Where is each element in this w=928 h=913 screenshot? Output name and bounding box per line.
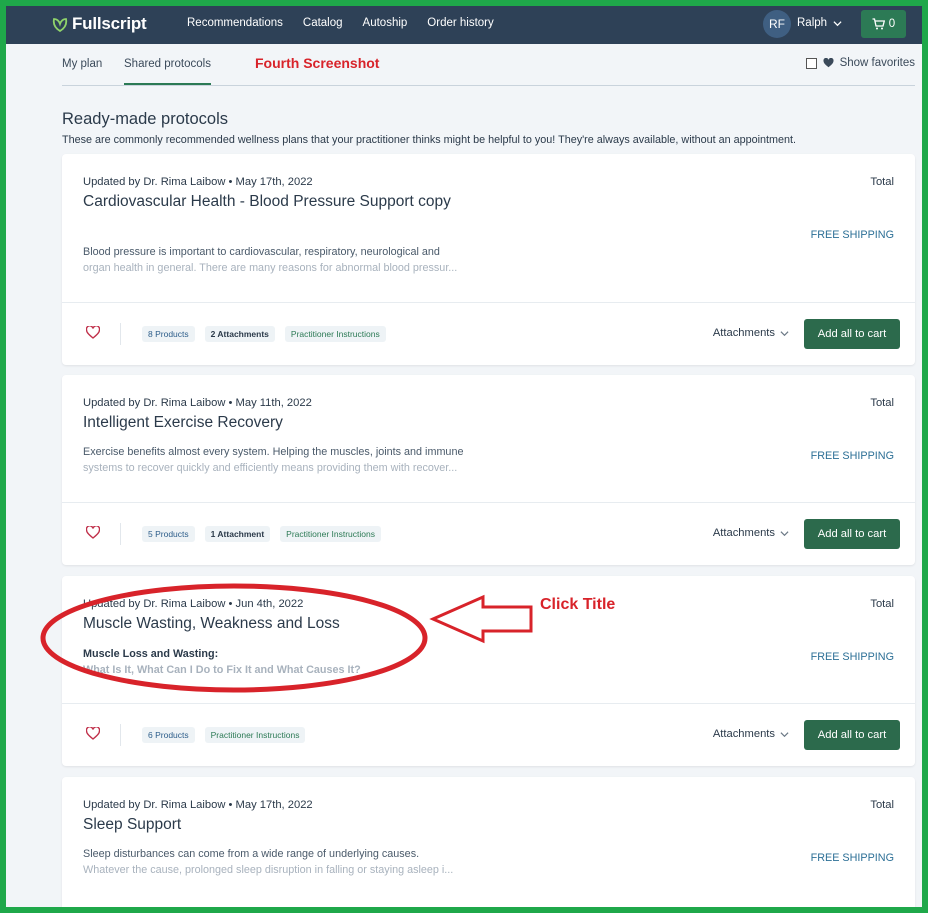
- protocol-card: Updated by Dr. Rima Laibow • Jun 4th, 20…: [62, 576, 915, 766]
- total-label: Total: [870, 176, 894, 188]
- chevron-down-icon: [780, 330, 789, 336]
- protocol-card: Updated by Dr. Rima Laibow • May 11th, 2…: [62, 375, 915, 565]
- screenshot-annotation-label: Fourth Screenshot: [255, 55, 380, 71]
- chevron-down-icon: [780, 731, 789, 737]
- favorites-checkbox[interactable]: [805, 57, 817, 69]
- cart-count: 0: [888, 18, 896, 30]
- show-favorites-toggle[interactable]: Show favorites: [805, 57, 915, 69]
- tab-shared-protocols[interactable]: Shared protocols: [124, 58, 211, 85]
- protocol-card: Updated by Dr. Rima Laibow • May 17th, 2…: [62, 154, 915, 365]
- attachments-dropdown[interactable]: Attachments: [713, 728, 789, 740]
- protocol-meta: Updated by Dr. Rima Laibow • May 17th, 2…: [83, 799, 313, 811]
- total-label: Total: [870, 598, 894, 610]
- cart-icon: [872, 18, 885, 30]
- free-shipping-label: FREE SHIPPING: [810, 651, 894, 663]
- protocol-meta: Updated by Dr. Rima Laibow • Jun 4th, 20…: [83, 598, 304, 610]
- description-line-faded: What Is It, What Can I Do to Fix It and …: [83, 664, 361, 676]
- chevron-down-icon: [780, 530, 789, 536]
- protocol-description: Exercise benefits almost every system. H…: [83, 444, 493, 476]
- leaf-logo-icon: [52, 18, 68, 32]
- description-line: Muscle Loss and Wasting:: [83, 648, 219, 660]
- free-shipping-label: FREE SHIPPING: [810, 450, 894, 462]
- divider: [120, 724, 121, 746]
- description-line: Sleep disturbances can come from a wide …: [83, 848, 420, 860]
- divider: [120, 323, 121, 345]
- add-all-to-cart-button[interactable]: Add all to cart: [804, 519, 900, 549]
- main-nav: Recommendations Catalog Autoship Order h…: [187, 17, 494, 29]
- free-shipping-label: FREE SHIPPING: [810, 852, 894, 864]
- favorite-heart-icon[interactable]: [86, 526, 100, 539]
- free-shipping-label: FREE SHIPPING: [810, 229, 894, 241]
- app-frame: Fullscript Recommendations Catalog Autos…: [6, 6, 922, 907]
- instructions-chip[interactable]: Practitioner Instructions: [280, 526, 381, 542]
- add-all-to-cart-button[interactable]: Add all to cart: [804, 319, 900, 349]
- description-line-faded: systems to recover quickly and efficient…: [83, 462, 458, 474]
- favorite-heart-icon[interactable]: [86, 727, 100, 740]
- protocol-chips: 5 Products 1 Attachment Practitioner Ins…: [142, 526, 381, 542]
- protocol-meta: Updated by Dr. Rima Laibow • May 17th, 2…: [83, 176, 313, 188]
- fullscript-logo[interactable]: Fullscript: [52, 14, 147, 34]
- show-favorites-label: Show favorites: [839, 57, 915, 69]
- protocol-description: Sleep disturbances can come from a wide …: [83, 846, 493, 878]
- nav-order-history[interactable]: Order history: [427, 17, 493, 29]
- logo-text: Fullscript: [72, 14, 147, 33]
- protocol-description: Muscle Loss and Wasting: What Is It, Wha…: [83, 646, 493, 678]
- user-name[interactable]: Ralph: [797, 17, 827, 29]
- description-line-faded: organ health in general. There are many …: [83, 262, 458, 274]
- products-chip[interactable]: 8 Products: [142, 326, 195, 342]
- tabs-row: My plan Shared protocols Fourth Screensh…: [62, 44, 915, 86]
- nav-catalog[interactable]: Catalog: [303, 17, 343, 29]
- products-chip[interactable]: 5 Products: [142, 526, 195, 542]
- protocol-title[interactable]: Cardiovascular Health - Blood Pressure S…: [83, 191, 473, 212]
- page-subtitle: These are commonly recommended wellness …: [62, 134, 797, 146]
- chevron-down-icon[interactable]: [833, 19, 842, 28]
- attachments-dropdown-label: Attachments: [712, 327, 775, 339]
- products-chip[interactable]: 6 Products: [142, 727, 195, 743]
- add-all-to-cart-button[interactable]: Add all to cart: [804, 720, 900, 750]
- protocol-card: Updated by Dr. Rima Laibow • May 17th, 2…: [62, 777, 915, 907]
- favorite-heart-icon[interactable]: [86, 326, 100, 339]
- protocol-chips: 6 Products Practitioner Instructions: [142, 727, 306, 743]
- attachments-chip[interactable]: 2 Attachments: [204, 326, 275, 342]
- attachments-dropdown[interactable]: Attachments: [713, 327, 789, 339]
- protocol-description: Blood pressure is important to cardiovas…: [83, 244, 493, 276]
- tab-my-plan[interactable]: My plan: [62, 58, 102, 70]
- top-nav-bar: Fullscript Recommendations Catalog Autos…: [6, 6, 922, 44]
- description-line: Blood pressure is important to cardiovas…: [83, 246, 440, 258]
- protocol-title[interactable]: Muscle Wasting, Weakness and Loss: [83, 613, 473, 634]
- cart-button[interactable]: 0: [861, 10, 906, 38]
- total-label: Total: [870, 397, 894, 409]
- description-line-faded: Whatever the cause, prolonged sleep disr…: [83, 864, 454, 876]
- protocol-title[interactable]: Intelligent Exercise Recovery: [83, 412, 473, 433]
- nav-autoship[interactable]: Autoship: [363, 17, 408, 29]
- instructions-chip[interactable]: Practitioner Instructions: [284, 326, 386, 342]
- divider: [120, 523, 121, 545]
- description-line: Exercise benefits almost every system. H…: [83, 446, 464, 458]
- instructions-chip[interactable]: Practitioner Instructions: [204, 727, 306, 743]
- click-title-annotation: Click Title: [540, 596, 616, 613]
- attachments-dropdown-label: Attachments: [712, 527, 775, 539]
- protocol-title[interactable]: Sleep Support: [83, 814, 473, 835]
- protocol-meta: Updated by Dr. Rima Laibow • May 11th, 2…: [83, 397, 312, 409]
- attachments-chip[interactable]: 1 Attachment: [204, 526, 271, 542]
- total-label: Total: [870, 799, 894, 811]
- protocol-chips: 8 Products 2 Attachments Practitioner In…: [142, 326, 386, 342]
- nav-recommendations[interactable]: Recommendations: [187, 17, 283, 29]
- heart-icon: [823, 58, 834, 68]
- user-avatar[interactable]: RF: [763, 10, 791, 38]
- attachments-dropdown-label: Attachments: [712, 728, 775, 740]
- page-title: Ready-made protocols: [62, 110, 228, 128]
- attachments-dropdown[interactable]: Attachments: [713, 527, 789, 539]
